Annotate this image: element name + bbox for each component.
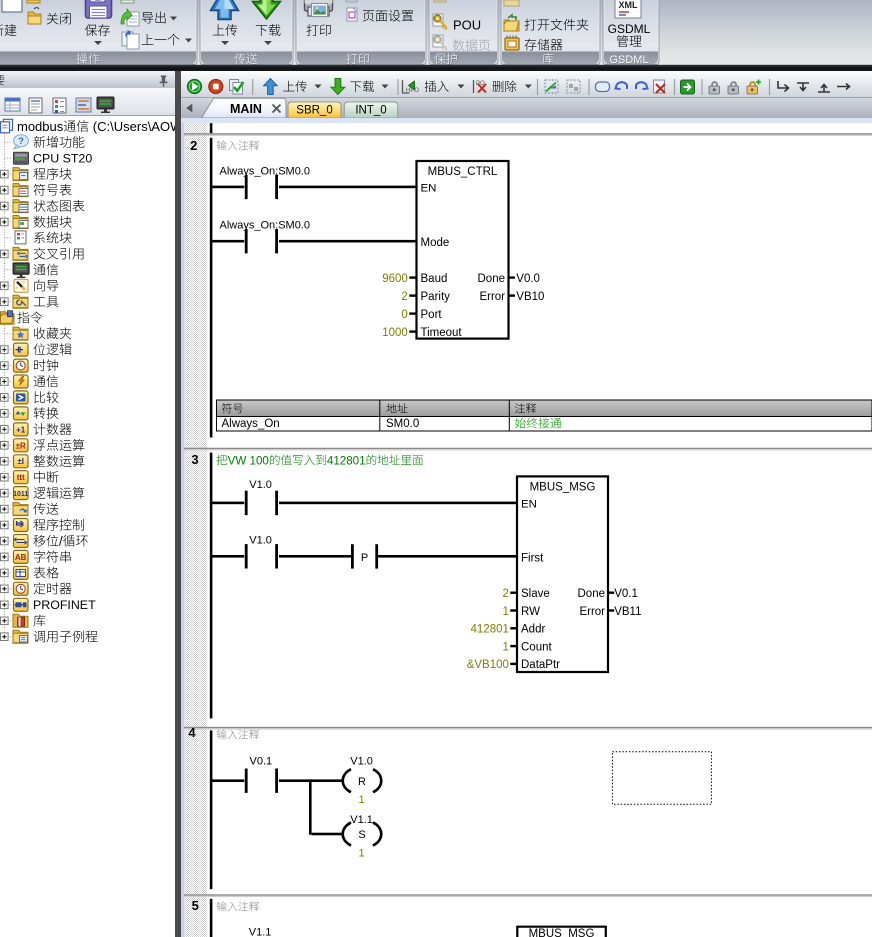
svg-text:First: First	[521, 553, 544, 565]
svg-text:AB: AB	[15, 553, 27, 562]
svg-text:9600: 9600	[382, 273, 408, 285]
svg-text:DataPtr: DataPtr	[521, 659, 560, 671]
svg-text:1: 1	[502, 606, 508, 618]
svg-text:V1.1: V1.1	[350, 814, 373, 826]
svg-text:Done: Done	[478, 273, 506, 285]
svg-text:V0.1: V0.1	[614, 588, 638, 600]
svg-text:CPU ST20: CPU ST20	[33, 152, 92, 166]
svg-text:Baud: Baud	[421, 273, 448, 285]
svg-text:Mode: Mode	[421, 237, 450, 249]
svg-text:MBUS_CTRL: MBUS_CTRL	[428, 166, 498, 178]
svg-text:Slave: Slave	[521, 588, 550, 600]
svg-text:POU: POU	[453, 18, 481, 33]
svg-text:P: P	[361, 552, 368, 564]
svg-text:2: 2	[401, 291, 407, 303]
svg-text:HPO: HPO	[406, 88, 419, 94]
svg-text:VB11: VB11	[614, 606, 641, 618]
svg-text:Done: Done	[578, 588, 606, 600]
svg-text:412801: 412801	[471, 624, 509, 636]
svg-text:R: R	[358, 776, 366, 788]
svg-text:1: 1	[358, 848, 364, 860]
svg-text:V1.1: V1.1	[249, 927, 272, 937]
svg-text:GSDML: GSDML	[608, 22, 651, 36]
svg-text:MBUS_MSG: MBUS_MSG	[529, 928, 595, 937]
svg-text:EN: EN	[521, 499, 537, 511]
svg-text:V1.0: V1.0	[350, 755, 373, 767]
svg-text:SM0.0: SM0.0	[386, 418, 419, 430]
svg-text:V0.1: V0.1	[250, 756, 273, 768]
svg-text:VW 100: VW 100	[228, 454, 269, 467]
svg-text:?: ?	[18, 136, 24, 147]
svg-text:1011: 1011	[13, 491, 28, 498]
svg-text:+1: +1	[16, 425, 26, 434]
svg-text:INT_0: INT_0	[355, 105, 386, 117]
svg-text:412801: 412801	[327, 454, 366, 467]
svg-text:1000: 1000	[382, 327, 408, 339]
svg-text:modbus: modbus	[17, 119, 64, 134]
svg-text:Always_On: Always_On	[222, 418, 280, 430]
svg-text:1: 1	[358, 794, 364, 806]
svg-text:ttt: ttt	[17, 473, 25, 482]
svg-text:&VB100: &VB100	[467, 659, 509, 671]
svg-text:Timeout: Timeout	[421, 327, 463, 339]
svg-text:VB10: VB10	[516, 291, 544, 303]
svg-text:Addr: Addr	[521, 624, 545, 636]
svg-text:2: 2	[502, 588, 508, 600]
svg-text:MAIN: MAIN	[230, 102, 262, 116]
svg-text:1: 1	[502, 641, 508, 653]
svg-text:4: 4	[188, 725, 196, 740]
svg-text:0: 0	[401, 309, 407, 321]
svg-text:/: /	[59, 534, 63, 549]
svg-text:Error: Error	[479, 291, 505, 303]
svg-text:Parity: Parity	[421, 291, 451, 303]
svg-text:5: 5	[192, 898, 199, 913]
svg-text:EN: EN	[421, 182, 437, 194]
svg-text:2: 2	[190, 138, 197, 153]
svg-text:Error: Error	[579, 606, 605, 618]
svg-text:SBR_0: SBR_0	[296, 105, 332, 117]
svg-text:3: 3	[191, 452, 198, 467]
svg-text:Port: Port	[421, 309, 443, 321]
svg-text:PROFINET: PROFINET	[33, 598, 96, 612]
svg-text:XML: XML	[619, 0, 639, 10]
svg-text:±R: ±R	[16, 441, 26, 450]
svg-text:S: S	[358, 829, 365, 841]
svg-text:V1.0: V1.0	[249, 479, 272, 491]
svg-text:Always_On:SM0.0: Always_On:SM0.0	[220, 220, 310, 232]
svg-text:MBUS_MSG: MBUS_MSG	[530, 481, 596, 493]
svg-text:V1.0: V1.0	[249, 535, 272, 547]
svg-text:V0.0: V0.0	[516, 273, 540, 285]
svg-text:RW: RW	[521, 606, 540, 618]
svg-text:GSDML: GSDML	[609, 54, 648, 66]
svg-text:Always_On:SM0.0: Always_On:SM0.0	[220, 166, 310, 178]
svg-text:Count: Count	[521, 641, 552, 653]
svg-text:±I: ±I	[17, 457, 24, 466]
